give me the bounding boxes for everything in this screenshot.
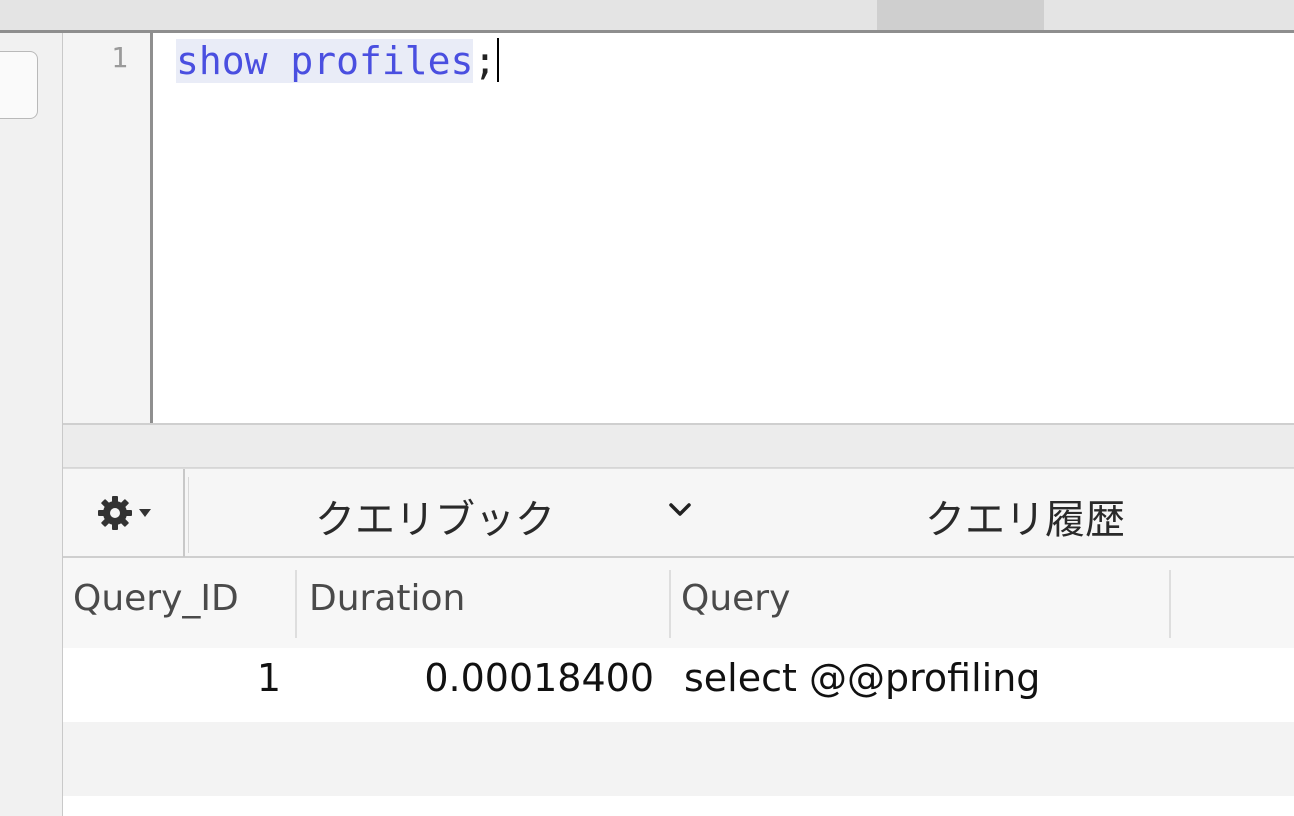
table-row[interactable]: 1 0.00018400 select @@profiling xyxy=(63,648,1294,722)
cell-query[interactable]: select @@profiling xyxy=(684,656,1040,712)
gear-icon xyxy=(98,496,132,530)
column-divider[interactable] xyxy=(295,570,297,638)
query-history-button[interactable]: クエリ履歴 xyxy=(925,487,1125,543)
tab-query-active[interactable] xyxy=(877,0,1044,30)
line-gutter: 1 xyxy=(63,33,153,423)
left-sidebar xyxy=(0,33,63,816)
cell-query-id[interactable]: 1 xyxy=(257,656,281,712)
tab-bar xyxy=(0,0,1294,33)
column-header-duration[interactable]: Duration xyxy=(309,578,465,628)
pane-splitter[interactable] xyxy=(63,423,1294,468)
statement-terminator: ; xyxy=(473,39,497,83)
query-editor[interactable]: 1 show profiles; xyxy=(63,33,1294,423)
cell-duration[interactable]: 0.00018400 xyxy=(424,656,654,712)
query-book-button[interactable]: クエリブック xyxy=(315,487,555,543)
toolbar-divider xyxy=(188,477,189,553)
column-header-query-id[interactable]: Query_ID xyxy=(73,578,239,628)
line-number: 1 xyxy=(111,41,128,74)
column-divider[interactable] xyxy=(1169,570,1171,638)
chevron-down-icon[interactable] xyxy=(667,497,693,523)
sql-keyword-show: show xyxy=(176,39,268,83)
sidebar-button[interactable] xyxy=(0,51,38,119)
table-row-empty xyxy=(63,722,1294,796)
text-caret xyxy=(497,38,500,82)
code-space xyxy=(267,39,291,83)
results-grid: Query_ID Duration Query 1 0.00018400 sel… xyxy=(63,558,1294,816)
results-toolbar: クエリブック クエリ履歴 xyxy=(63,468,1294,558)
gear-menu-button[interactable] xyxy=(63,469,185,557)
column-divider[interactable] xyxy=(669,570,671,638)
sql-keyword-profiles: profiles xyxy=(290,39,474,83)
grid-header: Query_ID Duration Query xyxy=(63,558,1294,649)
column-header-query[interactable]: Query xyxy=(681,578,790,628)
code-line[interactable]: show profiles; xyxy=(176,37,500,85)
dropdown-caret-icon xyxy=(139,509,151,517)
